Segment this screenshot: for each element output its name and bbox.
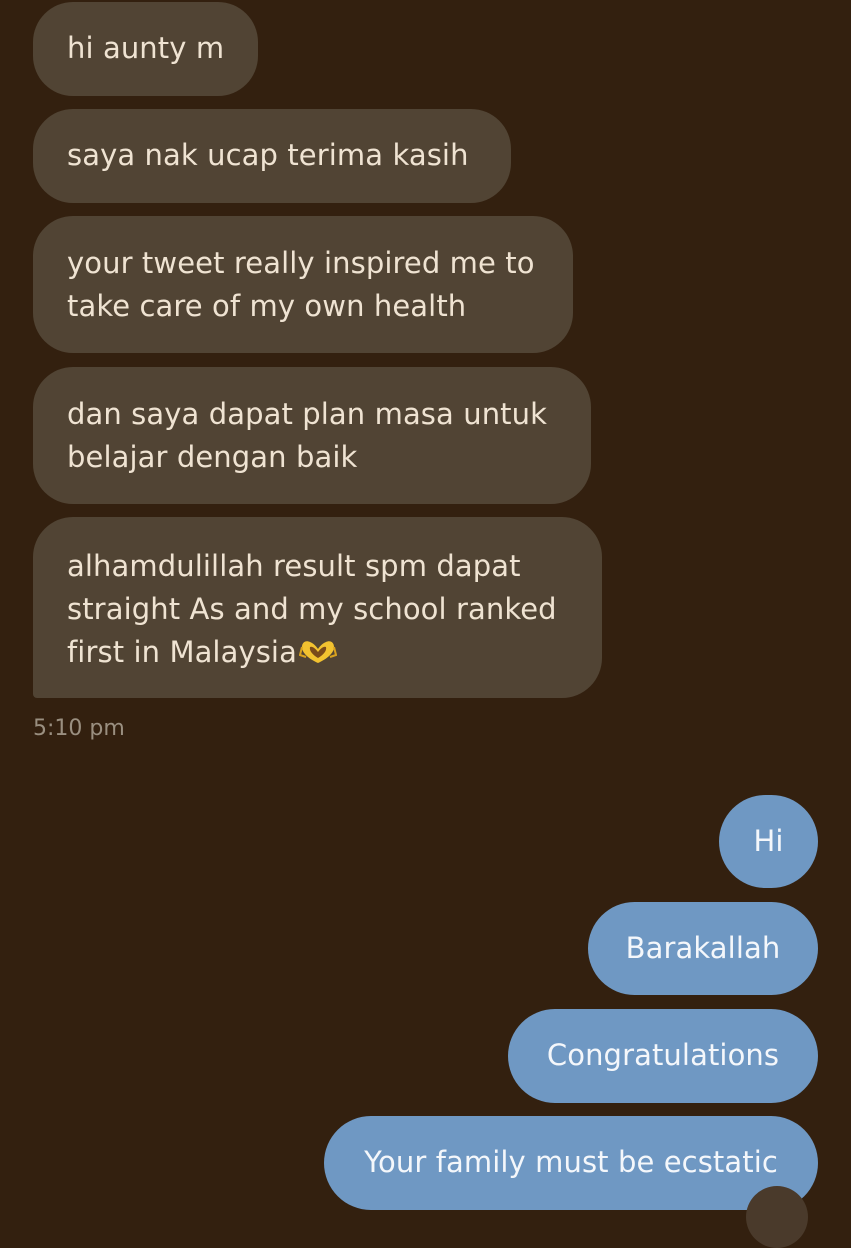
- chat-thread[interactable]: hi aunty m saya nak ucap terima kasih yo…: [0, 0, 851, 1248]
- message-line: dan saya dapat plan masa untuk: [67, 397, 548, 431]
- message-line: first in Malaysia: [67, 635, 297, 669]
- message-line: saya nak ucap terima kasih: [67, 138, 469, 172]
- outgoing-message[interactable]: Barakallah: [588, 902, 818, 995]
- message-timestamp: 5:10 pm: [33, 716, 125, 741]
- message-line: hi aunty m: [67, 31, 225, 65]
- message-line: take care of my own health: [67, 289, 467, 323]
- message-line: Barakallah: [625, 931, 781, 965]
- heart-hands-icon: [298, 634, 338, 677]
- incoming-message[interactable]: your tweet really inspired me to take ca…: [33, 216, 573, 353]
- message-line: belajar dengan baik: [67, 440, 358, 474]
- message-line: alhamdulillah result spm dapat: [67, 549, 521, 583]
- message-line: Hi: [753, 824, 784, 858]
- incoming-message[interactable]: hi aunty m: [33, 2, 258, 96]
- outgoing-message[interactable]: Your family must be ecstatic: [324, 1116, 818, 1210]
- message-line-with-emoji: first in Malaysia: [67, 631, 568, 677]
- incoming-message[interactable]: saya nak ucap terima kasih: [33, 109, 511, 203]
- message-line: Congratulations: [546, 1038, 780, 1072]
- message-line: Your family must be ecstatic: [364, 1145, 778, 1179]
- outgoing-message[interactable]: Hi: [719, 795, 818, 888]
- outgoing-message[interactable]: Congratulations: [508, 1009, 818, 1103]
- avatar[interactable]: [746, 1186, 808, 1248]
- incoming-message[interactable]: dan saya dapat plan masa untuk belajar d…: [33, 367, 591, 504]
- message-line: your tweet really inspired me to: [67, 246, 535, 280]
- incoming-message[interactable]: alhamdulillah result spm dapat straight …: [33, 517, 602, 698]
- message-line: straight As and my school ranked: [67, 592, 557, 626]
